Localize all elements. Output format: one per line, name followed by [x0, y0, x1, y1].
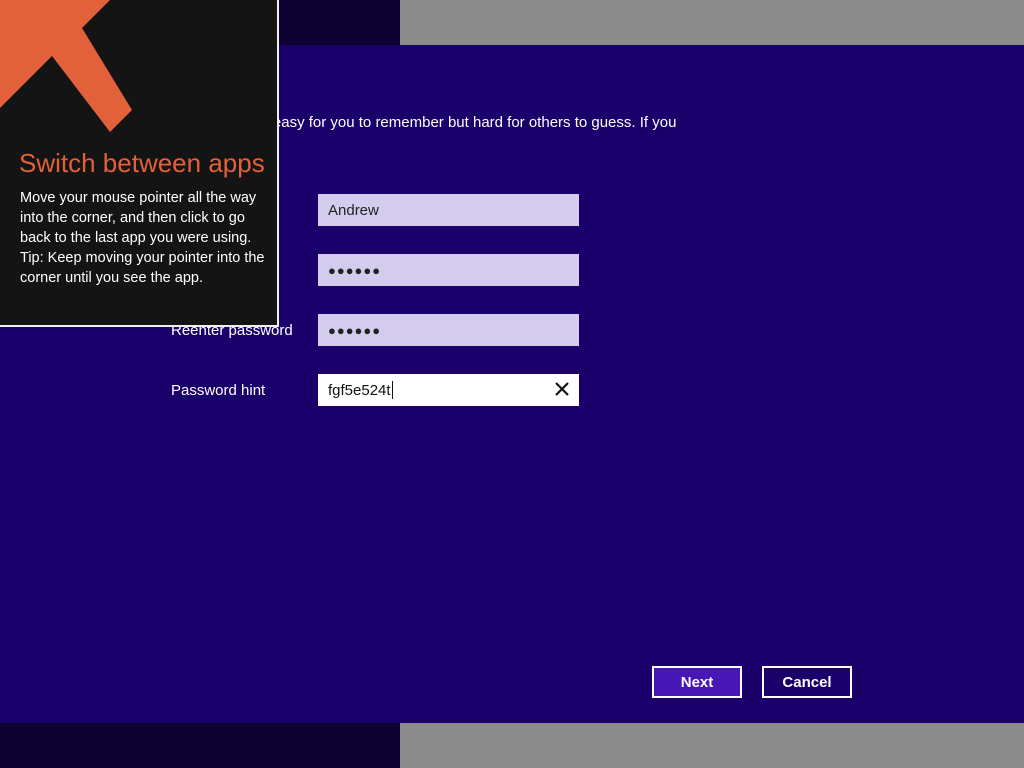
- tip-hint: Tip: Keep moving your pointer into the c…: [20, 250, 265, 286]
- user-name-field[interactable]: Andrew: [318, 194, 579, 226]
- password-field[interactable]: ●●●●●●: [318, 254, 579, 286]
- text-caret: [391, 381, 393, 399]
- top-right-backdrop: [400, 0, 1024, 45]
- cancel-button[interactable]: Cancel: [762, 666, 852, 698]
- bottom-right-backdrop: [400, 723, 1024, 768]
- user-name-value: Andrew: [328, 201, 379, 219]
- next-button[interactable]: Next: [652, 666, 742, 698]
- tip-description: Move your mouse pointer all the way into…: [20, 190, 257, 246]
- password-hint-field[interactable]: fgf5e524t: [318, 374, 579, 406]
- password-value: ●●●●●●: [328, 262, 382, 278]
- reenter-password-value: ●●●●●●: [328, 322, 382, 338]
- bottom-left-backdrop: [0, 723, 400, 768]
- arrow-up-left-icon: [0, 0, 132, 132]
- reenter-password-field[interactable]: ●●●●●●: [318, 314, 579, 346]
- tip-title: Switch between apps: [19, 148, 265, 178]
- switch-apps-tip: Switch between apps Move your mouse poin…: [0, 0, 279, 327]
- tip-body: Move your mouse pointer all the way into…: [20, 188, 265, 288]
- close-icon[interactable]: [553, 380, 571, 398]
- password-hint-label: Password hint: [171, 382, 266, 399]
- password-hint-value: fgf5e524t: [328, 381, 391, 399]
